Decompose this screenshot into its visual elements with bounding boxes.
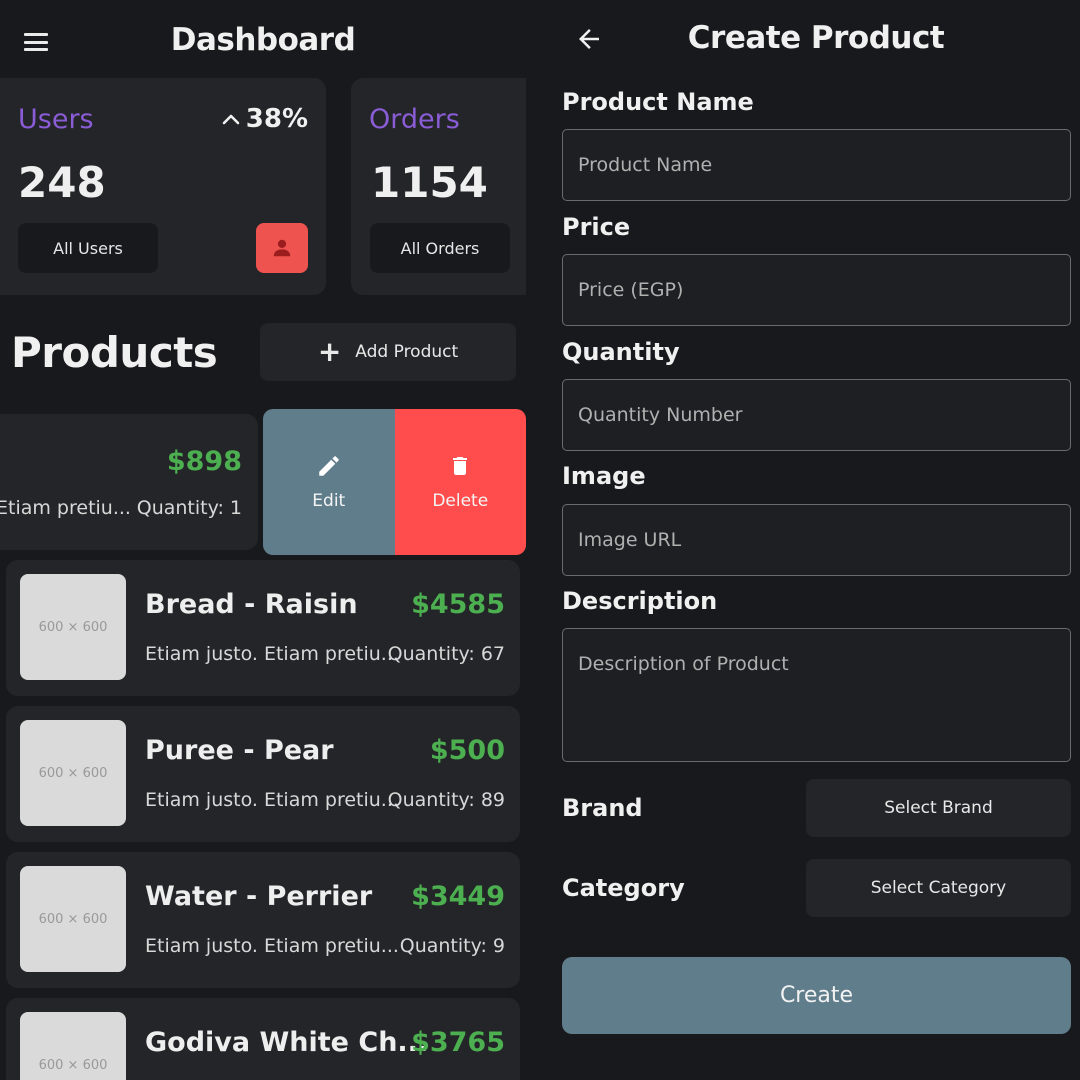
product-name: Bread - Raisin — [145, 589, 358, 620]
add-product-button[interactable]: + Add Product — [260, 323, 516, 381]
users-stat-card: Users 38% 248 All Users — [0, 78, 326, 295]
brand-label: Brand — [562, 794, 643, 822]
users-change: 38% — [222, 104, 308, 134]
price-label: Price — [562, 213, 631, 241]
product-thumbnail: 600 × 600 — [20, 720, 126, 826]
product-thumbnail: 600 × 600 — [20, 1012, 126, 1080]
all-users-button[interactable]: All Users — [18, 223, 158, 273]
product-description: Etiam justo. Etiam pretiu... — [145, 935, 399, 957]
product-thumbnail: 600 × 600 — [20, 866, 126, 972]
chevron-up-icon — [222, 114, 240, 125]
delete-button[interactable]: Delete — [394, 409, 526, 555]
dashboard-screen: Dashboard Users 38% 248 All Users Orders… — [0, 0, 540, 1080]
image-url-input[interactable] — [562, 504, 1071, 576]
product-price: $4585 — [411, 589, 505, 620]
product-name: Godiva White Ch... — [145, 1027, 429, 1058]
page-title: Create Product — [687, 20, 945, 56]
category-label: Category — [562, 874, 685, 902]
users-badge — [256, 223, 308, 273]
users-change-value: 38% — [245, 104, 308, 134]
page-title: Dashboard — [170, 22, 356, 58]
plus-icon: + — [317, 335, 342, 368]
product-name-input[interactable] — [562, 129, 1071, 201]
product-thumbnail: 600 × 600 — [20, 574, 126, 680]
select-brand-button[interactable]: Select Brand — [806, 779, 1071, 837]
price-input[interactable] — [562, 254, 1071, 326]
users-count: 248 — [18, 158, 106, 207]
product-quantity: Quantity: 67 — [387, 643, 505, 665]
product-quantity: Quantity: 9 — [399, 935, 505, 957]
product-quantity: Quantity: 89 — [387, 789, 505, 811]
orders-count: 1154 — [371, 158, 488, 207]
product-row[interactable]: 600 × 600 Water - Perrier $3449 Etiam ju… — [6, 852, 520, 988]
product-description: Etiam pretiu... — [0, 497, 131, 519]
orders-stat-card: Orders 1154 All Orders — [351, 78, 526, 295]
create-product-screen: Create Product Product Name Price Quanti… — [540, 0, 1080, 1080]
users-label: Users — [18, 104, 94, 135]
quantity-input[interactable] — [562, 379, 1071, 451]
product-row[interactable]: 600 × 600 Puree - Pear $500 Etiam justo.… — [6, 706, 520, 842]
product-name: Water - Perrier — [145, 881, 373, 912]
description-input[interactable] — [562, 628, 1071, 762]
product-price: $500 — [429, 735, 505, 766]
product-row[interactable]: 600 × 600 Godiva White Ch... $3765 — [6, 998, 520, 1080]
person-icon — [273, 239, 291, 257]
all-orders-button[interactable]: All Orders — [370, 223, 510, 273]
swiped-product-row[interactable]: $898 Etiam pretiu... Quantity: 1 — [0, 414, 258, 550]
add-product-label: Add Product — [355, 342, 459, 362]
product-quantity: Quantity: 1 — [136, 497, 242, 519]
product-description: Etiam justo. Etiam pretiu... — [145, 643, 399, 665]
product-price: $3765 — [411, 1027, 505, 1058]
trash-icon — [453, 457, 468, 475]
orders-label: Orders — [369, 104, 460, 135]
product-name-label: Product Name — [562, 88, 754, 116]
product-description: Etiam justo. Etiam pretiu... — [145, 789, 399, 811]
description-label: Description — [562, 587, 718, 615]
select-category-button[interactable]: Select Category — [806, 859, 1071, 917]
quantity-label: Quantity — [562, 338, 680, 366]
edit-label: Edit — [312, 491, 346, 511]
product-price: $3449 — [411, 881, 505, 912]
product-price: $898 — [166, 446, 242, 477]
create-button[interactable]: Create — [562, 957, 1071, 1034]
products-heading: Products — [11, 328, 218, 377]
product-row[interactable]: 600 × 600 Bread - Raisin $4585 Etiam jus… — [6, 560, 520, 696]
image-label: Image — [562, 462, 646, 490]
delete-label: Delete — [432, 491, 489, 511]
edit-button[interactable]: Edit — [263, 409, 395, 555]
product-name: Puree - Pear — [145, 735, 334, 766]
swipe-actions: Edit Delete — [263, 409, 526, 555]
pencil-icon — [319, 456, 339, 476]
